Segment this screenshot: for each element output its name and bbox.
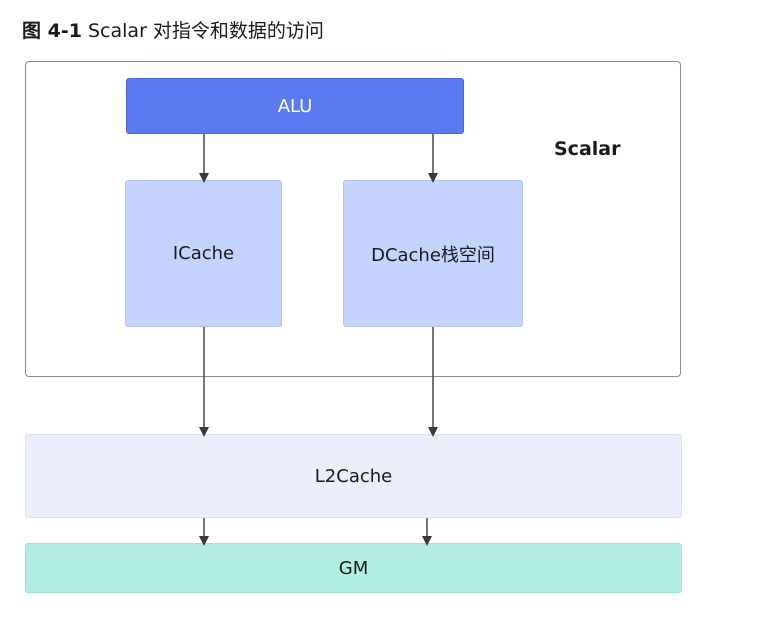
icache-box: ICache xyxy=(125,180,282,327)
figure-title: Scalar 对指令和数据的访问 xyxy=(88,20,324,42)
alu-box: ALU xyxy=(126,78,464,134)
figure-number: 图 4-1 xyxy=(22,20,82,42)
dcache-box: DCache栈空间 xyxy=(343,180,523,327)
figure-caption: 图 4-1 Scalar 对指令和数据的访问 xyxy=(22,18,324,44)
l2cache-box: L2Cache xyxy=(25,434,682,518)
gm-box: GM xyxy=(25,543,682,593)
scalar-label: Scalar xyxy=(554,138,621,160)
